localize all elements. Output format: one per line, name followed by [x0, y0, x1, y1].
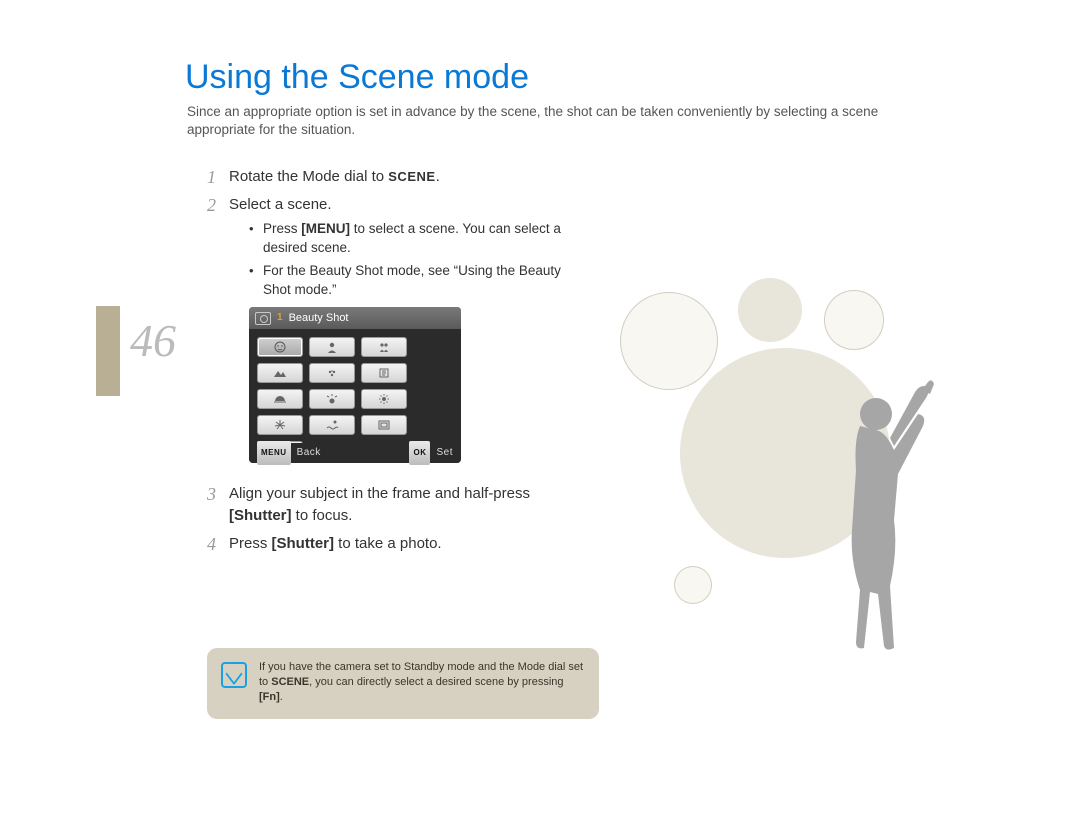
scene-backlight-icon — [361, 389, 407, 409]
scene-badge: SCENE — [271, 676, 309, 688]
step-number: 1 — [207, 166, 229, 188]
scene-frame-icon — [361, 415, 407, 435]
lcd-screenshot: 1 Beauty Shot — [249, 307, 461, 463]
child-silhouette-icon — [804, 380, 944, 660]
step-1: 1 Rotate the Mode dial to SCENE. — [207, 166, 587, 188]
note-part: , you can directly select a desired scen… — [309, 676, 563, 688]
note-bold: [Fn] — [259, 691, 280, 703]
lcd-footer: MENU Back OK Set — [249, 443, 461, 463]
step-bold: [Shutter] — [229, 507, 292, 524]
bubble-icon — [620, 292, 718, 390]
note-part: . — [280, 691, 283, 703]
note-icon — [221, 662, 247, 688]
scene-landscape-icon — [257, 363, 303, 383]
footer-set: Set — [436, 442, 453, 464]
scene-dawn-icon — [309, 389, 355, 409]
step-number: 3 — [207, 483, 229, 505]
step-text: Align your subject in the frame and half… — [229, 485, 530, 502]
step-3: 3 Align your subject in the frame and ha… — [207, 483, 587, 527]
steps: 1 Rotate the Mode dial to SCENE. 2 Selec… — [207, 166, 587, 561]
lcd-header: 1 Beauty Shot — [249, 307, 461, 329]
bubble-icon — [738, 278, 802, 342]
scene-children-icon — [361, 337, 407, 357]
menu-badge: MENU — [257, 441, 291, 465]
page-number: 46 — [130, 314, 176, 367]
step-bold: [Shutter] — [272, 535, 335, 552]
step-text: Select a scene. — [229, 196, 332, 213]
step-body: Rotate the Mode dial to SCENE. — [229, 166, 587, 188]
page: 46 Using the Scene mode Since an appropr… — [0, 0, 1080, 815]
step-text: to take a photo. — [334, 535, 442, 552]
step-body: Select a scene. Press [MENU] to select a… — [229, 194, 587, 477]
scene-closeup-icon — [309, 363, 355, 383]
scene-text-icon — [361, 363, 407, 383]
lcd-tab-index: 1 — [277, 307, 283, 329]
lcd-title: Beauty Shot — [289, 307, 349, 329]
step-text: to focus. — [292, 507, 353, 524]
scene-beach-icon — [309, 415, 355, 435]
note-box: If you have the camera set to Standby mo… — [207, 648, 599, 719]
scene-portrait-icon — [309, 337, 355, 357]
camera-icon — [255, 312, 271, 325]
step-text: Press — [229, 535, 272, 552]
intro-text: Since an appropriate option is set in ad… — [187, 103, 947, 139]
ok-badge: OK — [409, 441, 430, 465]
bullet-item: Press [MENU] to select a scene. You can … — [249, 219, 587, 257]
bubble-icon — [674, 566, 712, 604]
step-4: 4 Press [Shutter] to take a photo. — [207, 533, 587, 555]
bubble-icon — [824, 290, 884, 350]
step-body: Press [Shutter] to take a photo. — [229, 533, 587, 555]
step-number: 4 — [207, 533, 229, 555]
step-text: . — [436, 168, 440, 185]
scene-sunset-icon — [257, 389, 303, 409]
scene-face-icon — [257, 337, 303, 357]
bullet-list: Press [MENU] to select a scene. You can … — [249, 219, 587, 299]
page-title: Using the Scene mode — [185, 58, 529, 97]
step-number: 2 — [207, 194, 229, 216]
scene-fireworks-icon — [257, 415, 303, 435]
footer-back: Back — [297, 442, 321, 464]
step-2: 2 Select a scene. Press [MENU] to select… — [207, 194, 587, 477]
bullet-item: For the Beauty Shot mode, see “Using the… — [249, 261, 587, 299]
bullet-text: Press — [263, 221, 301, 236]
sidebar-tab — [96, 306, 120, 396]
bullet-text: For the Beauty Shot mode, see “Using the… — [263, 263, 561, 297]
note-text: If you have the camera set to Standby mo… — [259, 660, 585, 705]
bullet-bold: [MENU] — [301, 221, 350, 236]
scene-badge: SCENE — [388, 166, 435, 188]
step-body: Align your subject in the frame and half… — [229, 483, 587, 527]
step-text: Rotate the Mode dial to — [229, 168, 388, 185]
